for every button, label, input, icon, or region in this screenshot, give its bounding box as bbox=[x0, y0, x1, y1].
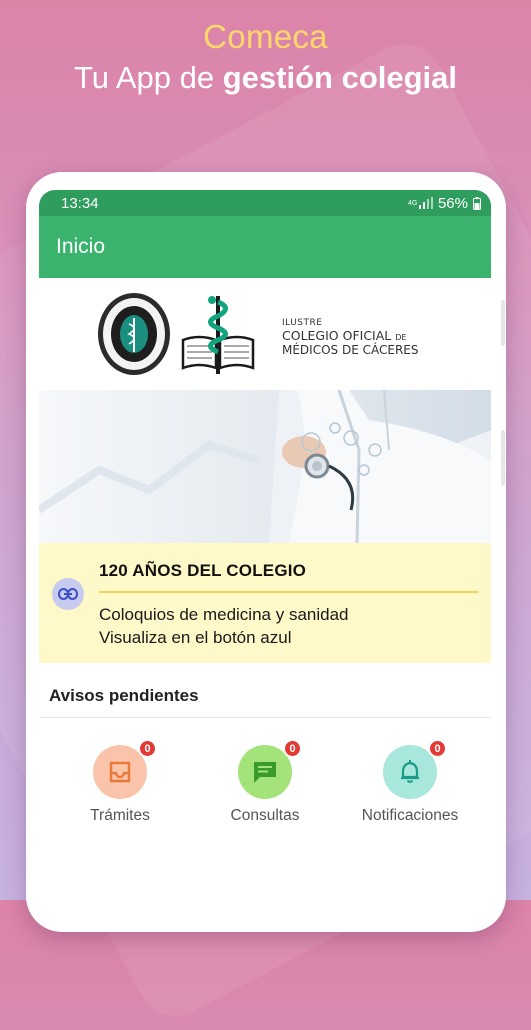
app-bar-title: Inicio bbox=[56, 235, 106, 258]
college-name-line2-small: DE bbox=[395, 333, 407, 342]
chat-icon bbox=[254, 762, 276, 783]
consultas-icon-circle[interactable]: 0 bbox=[238, 739, 302, 799]
link-button[interactable] bbox=[52, 578, 84, 610]
pending-section-title: Avisos pendientes bbox=[49, 686, 199, 705]
network-type: 4G bbox=[407, 199, 418, 207]
battery-icon bbox=[473, 196, 481, 210]
status-bar: 13:34 4G 56% bbox=[39, 190, 491, 216]
tramites-icon-circle[interactable]: 0 bbox=[93, 739, 157, 799]
app-screen: 13:34 4G 56% Inicio ILUSTRE COLEGIO OFIC… bbox=[39, 190, 491, 910]
promo-tagline: Comeca bbox=[203, 18, 328, 55]
announcement-card[interactable]: 120 AÑOS DEL COLEGIO Coloquios de medici… bbox=[39, 543, 491, 663]
tramites-tile[interactable]: 0 Trámites bbox=[65, 739, 175, 825]
college-name-line3: MÉDICOS DE CÁCERES bbox=[282, 343, 419, 357]
announcement-divider bbox=[99, 591, 478, 593]
status-indicators: 4G 56% bbox=[408, 195, 481, 212]
phone-power-button bbox=[501, 430, 505, 486]
pending-divider bbox=[39, 717, 491, 718]
tramites-label: Trámites bbox=[90, 807, 150, 824]
battery-percent: 56% bbox=[437, 194, 468, 212]
consultas-badge: 0 bbox=[283, 739, 302, 758]
consultas-tile[interactable]: 0 Consultas bbox=[210, 739, 320, 825]
app-bar: Inicio bbox=[39, 216, 491, 278]
promo-headline-prefix: Tu App de bbox=[73, 60, 223, 95]
announcement-line1: Coloquios de medicina y sanidad bbox=[99, 605, 349, 624]
tramites-badge: 0 bbox=[138, 739, 157, 758]
promo-headline-bold: gestión colegial bbox=[222, 60, 458, 95]
notificaciones-tile[interactable]: 0 Notificaciones bbox=[355, 739, 465, 825]
doctor-illustration bbox=[39, 390, 491, 543]
network-icon: 4G bbox=[408, 197, 433, 209]
college-name-line2: COLEGIO OFICIAL DE bbox=[282, 328, 418, 343]
link-icon bbox=[58, 588, 78, 600]
phone-volume-button bbox=[501, 300, 505, 346]
college-seal-icon bbox=[98, 293, 170, 375]
notificaciones-badge: 0 bbox=[428, 739, 447, 758]
college-header: ILUSTRE COLEGIO OFICIAL DE MÉDICOS DE CÁ… bbox=[39, 278, 491, 390]
caduceus-book-icon bbox=[181, 296, 255, 374]
promo-headline: Tu App de gestión colegial bbox=[0, 60, 531, 96]
doctor-banner-image bbox=[39, 390, 491, 543]
consultas-label: Consultas bbox=[230, 807, 300, 824]
notificaciones-icon-circle[interactable]: 0 bbox=[383, 739, 447, 799]
status-time: 13:34 bbox=[61, 194, 99, 212]
notificaciones-label: Notificaciones bbox=[361, 807, 459, 824]
college-name: ILUSTRE COLEGIO OFICIAL DE MÉDICOS DE CÁ… bbox=[282, 318, 418, 357]
announcement-line2: Visualiza en el botón azul bbox=[99, 628, 292, 647]
inbox-icon bbox=[109, 761, 131, 783]
announcement-title: 120 AÑOS DEL COLEGIO bbox=[99, 561, 307, 580]
college-name-line2-main: COLEGIO OFICIAL bbox=[282, 328, 392, 343]
bell-icon bbox=[401, 760, 419, 783]
college-name-line1: ILUSTRE bbox=[282, 318, 323, 328]
